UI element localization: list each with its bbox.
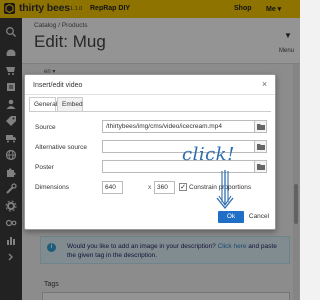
poster-browse-button[interactable] xyxy=(254,160,267,173)
tab-embed[interactable]: Embed xyxy=(57,97,83,111)
height-input[interactable]: 360 xyxy=(154,181,175,194)
dimensions-label: Dimensions xyxy=(35,184,69,191)
source-label: Source xyxy=(35,124,56,131)
constrain-proportions-checkbox[interactable]: ✓ xyxy=(179,183,187,191)
folder-icon xyxy=(256,124,265,130)
ok-button[interactable]: Ok xyxy=(218,211,244,223)
source-input[interactable]: /thirtybees/img/cms/video/icecream.mp4 xyxy=(102,120,264,133)
source-browse-button[interactable] xyxy=(254,120,267,133)
folder-icon xyxy=(256,164,265,170)
cancel-button[interactable]: Cancel xyxy=(247,211,271,223)
width-input[interactable]: 640 xyxy=(102,181,123,194)
dimensions-separator: x xyxy=(148,184,152,191)
dialog-divider xyxy=(25,94,275,95)
tabs-divider xyxy=(29,111,271,112)
poster-label: Poster xyxy=(35,164,54,171)
tab-general[interactable]: General xyxy=(29,97,57,112)
dialog-title: Insert/edit video xyxy=(33,82,83,89)
arrow-down-icon xyxy=(216,170,234,210)
alternative-browse-button[interactable] xyxy=(254,140,267,153)
folder-icon xyxy=(256,144,265,150)
click-annotation: click! xyxy=(182,144,235,165)
alternative-source-label: Alternative source xyxy=(35,144,88,151)
close-icon[interactable]: × xyxy=(260,80,269,89)
